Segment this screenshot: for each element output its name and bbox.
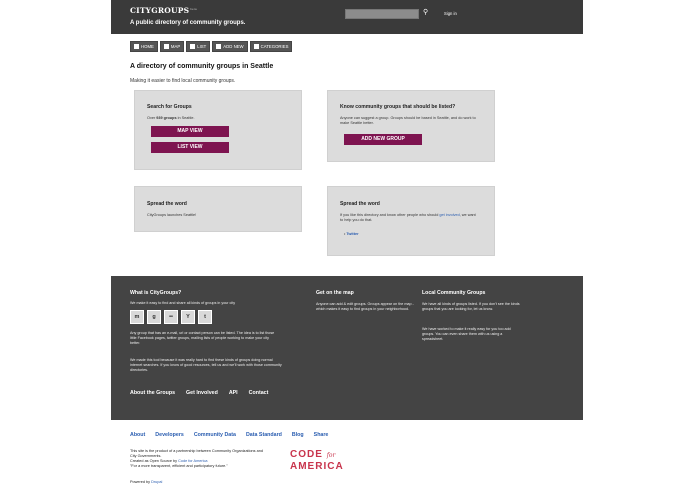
footer-links: About the Groups Get Involved API Contac… xyxy=(130,390,268,396)
nav-categories[interactable]: CATEGORIES xyxy=(249,41,293,52)
footer-col1-intro: We make it easy to find and share all ki… xyxy=(130,301,236,305)
footer: What is CityGroups? We make it easy to f… xyxy=(111,276,583,420)
list-icon xyxy=(190,44,196,49)
panel-text: If you like this directory and know othe… xyxy=(340,213,476,223)
signin-link[interactable]: Sign in xyxy=(444,11,457,16)
map-view-button[interactable]: MAP VIEW xyxy=(151,126,229,137)
spread-word-panel-2: Spread the word If you like this directo… xyxy=(327,186,495,256)
home-icon xyxy=(134,44,139,49)
footer-col3-title: Local Community Groups xyxy=(422,290,486,296)
map-icon xyxy=(163,44,169,49)
panel-title: Spread the word xyxy=(147,201,187,207)
panel-text: Anyone can suggest a group. Groups shoul… xyxy=(340,116,476,126)
nav-home[interactable]: HOME xyxy=(130,41,158,52)
meetup-icon[interactable]: m xyxy=(130,310,144,324)
know-groups-panel: Know community groups that should be lis… xyxy=(327,90,495,162)
nav-add-new[interactable]: ADD NEW xyxy=(212,41,248,52)
powered-by: Powered by Drupal xyxy=(130,480,163,484)
site-tagline: A public directory of community groups. xyxy=(130,20,246,26)
footer-col1-p2: Any group that has an e-mail, url or con… xyxy=(130,331,275,346)
panel-title: Search for Groups xyxy=(147,104,192,110)
search-groups-panel: Search for Groups Over 939 groups in Sea… xyxy=(134,90,302,170)
footer-col2-text: Anyone can add & edit groups. Groups app… xyxy=(316,302,414,312)
get-involved-link[interactable]: get involved xyxy=(439,213,459,217)
search-icon[interactable]: ⚲ xyxy=(423,9,431,17)
twitter-icon[interactable]: t xyxy=(198,310,212,324)
credits: This site is the product of a partnershi… xyxy=(130,449,263,469)
code-for-america-link[interactable]: Code for America xyxy=(178,459,207,463)
bottom-links: About Developers Community Data Data Sta… xyxy=(130,432,328,438)
footer-col1-p3: We made this tool because it was really … xyxy=(130,358,282,373)
site-logo[interactable]: CITYGROUPSbeta xyxy=(130,6,197,15)
bottom-link-about[interactable]: About xyxy=(130,432,145,438)
bottom-link-developers[interactable]: Developers xyxy=(155,432,184,438)
flickr-icon[interactable]: •• xyxy=(164,310,178,324)
tag-icon xyxy=(253,44,259,49)
bottom-link-community-data[interactable]: Community Data xyxy=(194,432,236,438)
drupal-link[interactable]: Drupal xyxy=(151,480,162,484)
social-icons: m g •• Y t xyxy=(130,310,212,324)
search-input[interactable] xyxy=(345,9,419,19)
bottom-link-share[interactable]: Share xyxy=(314,432,329,438)
add-new-group-button[interactable]: ADD NEW GROUP xyxy=(344,134,422,145)
group-count-text: Over 939 groups in Seattle. xyxy=(147,116,195,120)
list-view-button[interactable]: LIST VIEW xyxy=(151,142,229,153)
panel-title: Spread the word xyxy=(340,201,380,207)
bottom-link-blog[interactable]: Blog xyxy=(292,432,304,438)
footer-col3-p1: We have all kinds of groups listed. If y… xyxy=(422,302,520,312)
footer-link-api[interactable]: API xyxy=(229,390,238,396)
twitter-link[interactable]: Twitter xyxy=(346,232,358,236)
page-title: A directory of community groups in Seatt… xyxy=(130,63,274,70)
panel-title: Know community groups that should be lis… xyxy=(340,104,456,110)
footer-col2-title: Get on the map xyxy=(316,290,354,296)
top-header: CITYGROUPSbeta A public directory of com… xyxy=(111,0,583,34)
footer-link-contact[interactable]: Contact xyxy=(249,390,269,396)
main-nav: HOME MAP LIST ADD NEW CATEGORIES xyxy=(130,41,293,52)
footer-col1-title: What is CityGroups? xyxy=(130,290,182,296)
twitter-bullet: • Twitter xyxy=(344,232,359,236)
yahoo-icon[interactable]: Y xyxy=(181,310,195,324)
code-for-america-logo[interactable]: CODE for AMERICA xyxy=(290,450,344,473)
nav-map[interactable]: MAP xyxy=(159,41,185,52)
spread-word-panel: Spread the word CityGroups launches Seat… xyxy=(134,186,302,232)
groups-icon[interactable]: g xyxy=(147,310,161,324)
footer-link-about-groups[interactable]: About the Groups xyxy=(130,390,175,396)
plus-icon xyxy=(216,44,222,49)
page-subtitle: Making it easier to find local community… xyxy=(130,78,236,84)
panel-text: CityGroups launches Seattle! xyxy=(147,213,197,217)
footer-link-get-involved[interactable]: Get Involved xyxy=(186,390,218,396)
footer-col3-p2: We have worked to make it really easy fo… xyxy=(422,327,511,342)
nav-list[interactable]: LIST xyxy=(186,41,211,52)
bottom-link-data-standard[interactable]: Data Standard xyxy=(246,432,282,438)
